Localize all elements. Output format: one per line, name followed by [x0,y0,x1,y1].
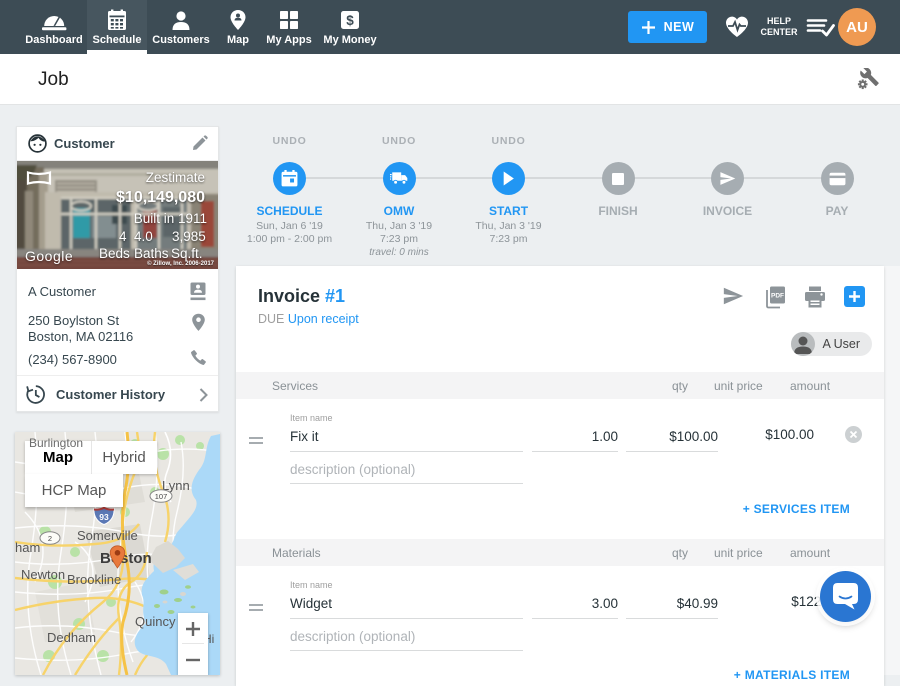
svg-text:93: 93 [99,512,109,522]
svg-text:$: $ [346,13,354,28]
svg-text:2: 2 [48,534,52,543]
svg-text:PDF: PDF [771,293,784,300]
svg-text:107: 107 [155,492,168,501]
